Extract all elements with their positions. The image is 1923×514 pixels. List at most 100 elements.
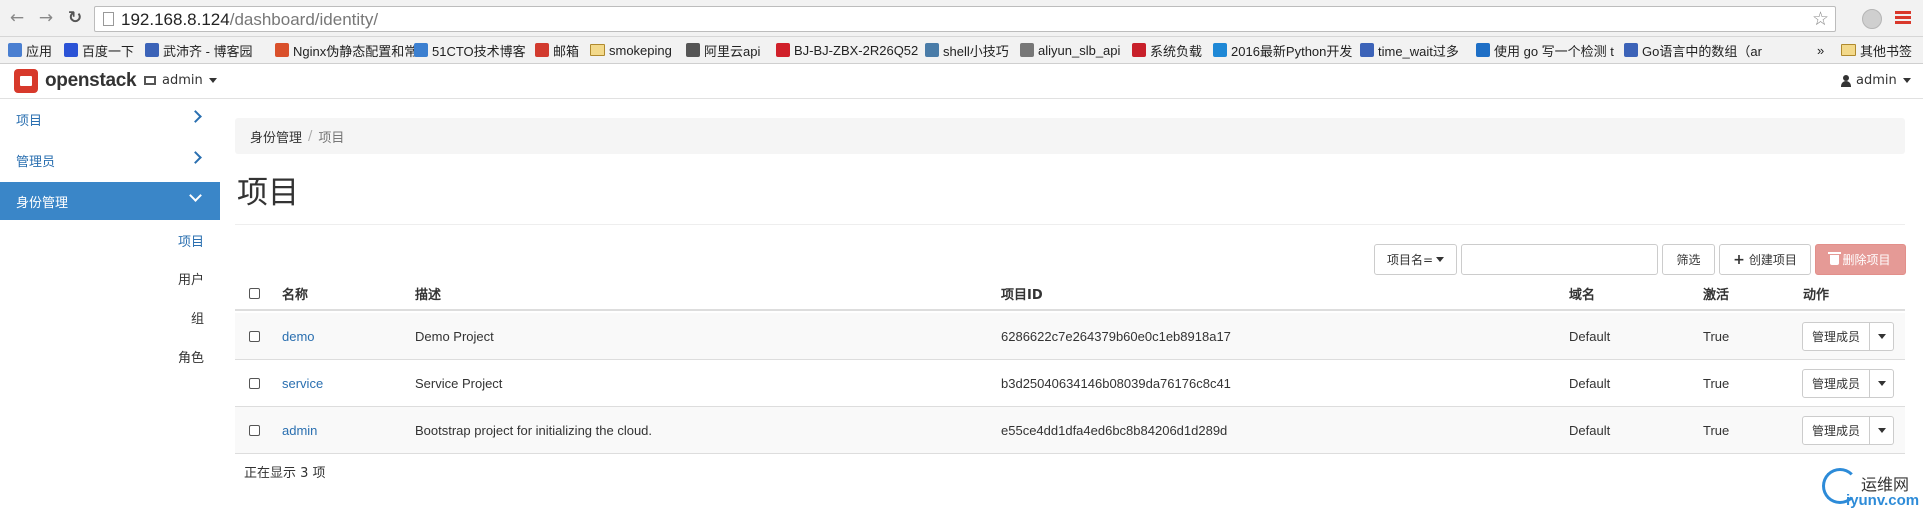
bookmark-item[interactable]: 阿里云api <box>686 40 760 60</box>
sidebar-item-label: 身份管理 <box>16 195 69 211</box>
bookmark-item[interactable]: shell小技巧 <box>925 40 1009 60</box>
address-bar[interactable]: 192.168.8.124/dashboard/identity/ ☆ <box>94 6 1836 32</box>
blog-icon <box>1624 43 1638 57</box>
bookmark-item[interactable]: BJ-BJ-ZBX-2R26Q52 <box>776 40 918 60</box>
bookmark-star-icon[interactable]: ☆ <box>1812 8 1829 30</box>
column-header-enabled[interactable]: 激活 <box>1703 277 1729 309</box>
bookmark-item[interactable]: 2016最新Python开发 <box>1213 40 1352 60</box>
column-header-domain[interactable]: 域名 <box>1569 277 1595 309</box>
sidebar-item-admin[interactable]: 管理员 <box>0 141 220 179</box>
select-all-checkbox[interactable] <box>249 287 260 299</box>
url-host: 192.168.8.124 <box>121 10 230 29</box>
bookmark-item[interactable]: » <box>1817 40 1824 60</box>
title-divider <box>235 224 1905 225</box>
python-icon <box>1213 43 1227 57</box>
bookmark-item[interactable]: 应用 <box>8 40 52 60</box>
profile-avatar-icon[interactable] <box>1862 9 1882 29</box>
column-header-project-id[interactable]: 项目ID <box>1001 277 1043 309</box>
watermark-logo: 运维网 iyunv.com <box>1818 468 1919 512</box>
table-header: 名称 描述 项目ID 域名 激活 动作 <box>235 277 1905 311</box>
back-arrow-icon[interactable]: ← <box>6 7 28 29</box>
row-checkbox[interactable] <box>249 377 260 389</box>
chrome-menu-icon[interactable] <box>1893 9 1913 29</box>
bookmark-label: 百度一下 <box>82 43 135 59</box>
bookmark-item[interactable]: 系统负载 <box>1132 40 1202 60</box>
row-action-group: 管理成员 <box>1802 322 1895 351</box>
forward-arrow-icon[interactable]: → <box>35 7 57 29</box>
sidebar-subitem-groups[interactable]: 组 <box>191 308 204 327</box>
row-actions-dropdown-toggle[interactable] <box>1870 416 1895 445</box>
row-actions-dropdown-toggle[interactable] <box>1870 322 1895 351</box>
caret-down-icon <box>1436 257 1445 262</box>
baidu-paw-icon <box>64 43 78 57</box>
page-icon <box>1020 43 1034 57</box>
sidebar-subitem-users[interactable]: 用户 <box>178 269 204 288</box>
project-name-link[interactable]: admin <box>282 407 317 453</box>
address-url[interactable]: 192.168.8.124/dashboard/identity/ <box>121 10 378 30</box>
filter-input[interactable] <box>1461 244 1658 275</box>
bookmark-j-icon <box>275 43 289 57</box>
breadcrumb: 身份管理 / 项目 <box>235 118 1905 154</box>
bookmark-item[interactable]: Go语言中的数组（ar <box>1624 40 1762 60</box>
bookmark-item[interactable]: Nginx伪静态配置和常 <box>275 40 417 60</box>
blog-icon <box>145 43 159 57</box>
51cto-icon <box>414 43 428 57</box>
row-checkbox[interactable] <box>249 424 260 436</box>
bookmark-label: Go语言中的数组（ar <box>1642 43 1762 59</box>
folder-icon <box>590 44 605 56</box>
bookmark-item[interactable]: aliyun_slb_api <box>1020 40 1120 60</box>
row-checkbox[interactable] <box>249 330 260 342</box>
project-switcher[interactable]: admin <box>144 73 217 88</box>
filter-button[interactable]: 筛选 <box>1662 244 1715 275</box>
bookmark-item[interactable]: 邮箱 <box>535 40 579 60</box>
project-name-link[interactable]: service <box>282 360 323 406</box>
sidebar-item-identity[interactable]: 身份管理 <box>0 182 220 220</box>
sidebar-item-label: 管理员 <box>16 154 56 170</box>
60-icon <box>1476 43 1490 57</box>
bookmark-label: 使用 go 写一个检测 t <box>1494 43 1614 59</box>
filter-field-select[interactable]: 项目名= <box>1374 244 1457 275</box>
project-id: e55ce4dd1dfa4ed6bc8b84206d1d289d <box>1001 422 1228 438</box>
chevron-down-icon <box>189 189 202 202</box>
row-actions-dropdown-toggle[interactable] <box>1870 369 1895 398</box>
openstack-logo[interactable]: openstack <box>14 69 137 93</box>
c-icon <box>1132 43 1146 57</box>
table-row: service Service Project b3d25040634146b080… <box>235 360 1905 407</box>
column-header-name[interactable]: 名称 <box>282 277 308 309</box>
bookmark-label: shell小技巧 <box>943 43 1009 59</box>
manage-members-button[interactable]: 管理成员 <box>1802 322 1871 351</box>
bookmark-item[interactable]: 百度一下 <box>64 40 134 60</box>
column-header-description[interactable]: 描述 <box>415 277 441 309</box>
sidebar-subitem-projects[interactable]: 项目 <box>178 231 204 250</box>
row-checkbox-cell <box>249 407 260 453</box>
bookmark-item[interactable]: 武沛齐 - 博客园 <box>145 40 253 60</box>
bookmark-label: 2016最新Python开发 <box>1231 43 1353 59</box>
delete-project-button[interactable]: 删除项目 <box>1815 244 1906 275</box>
bookmark-item[interactable]: 51CTO技术博客 <box>414 40 526 60</box>
project-name-link[interactable]: demo <box>282 313 315 359</box>
row-checkbox-cell <box>249 360 260 406</box>
table-row: demo Demo Project 6286622c7e264379b60e0c1e… <box>235 313 1905 360</box>
column-header-actions: 动作 <box>1803 287 1830 303</box>
bookmark-item[interactable]: time_wait过多 <box>1360 40 1459 60</box>
manage-members-button[interactable]: 管理成员 <box>1802 416 1871 445</box>
sidebar-item-project[interactable]: 项目 <box>0 100 220 138</box>
bookmark-item[interactable]: 其他书签 <box>1841 40 1912 60</box>
caret-down-icon <box>208 78 217 83</box>
bookmark-item[interactable]: smokeping <box>590 40 672 60</box>
manage-members-button[interactable]: 管理成员 <box>1802 369 1871 398</box>
bookmark-label: 系统负载 <box>1150 43 1203 59</box>
trash-icon <box>1828 251 1842 265</box>
reload-icon[interactable]: ↻ <box>64 7 86 29</box>
page-title: 项目 <box>237 175 299 211</box>
folder-icon <box>1841 44 1856 56</box>
sidebar-subitem-roles[interactable]: 角色 <box>178 347 204 366</box>
filter-field-label: 项目名= <box>1386 253 1434 267</box>
bookmark-label: 应用 <box>26 43 53 59</box>
bookmark-item[interactable]: 使用 go 写一个检测 t <box>1476 40 1614 60</box>
breadcrumb-parent[interactable]: 身份管理 <box>250 127 302 146</box>
user-menu[interactable]: admin <box>1841 73 1911 88</box>
create-project-button[interactable]: + 创建项目 <box>1719 244 1811 275</box>
project-enabled: True <box>1703 375 1730 391</box>
caret-down-icon <box>1877 381 1886 386</box>
